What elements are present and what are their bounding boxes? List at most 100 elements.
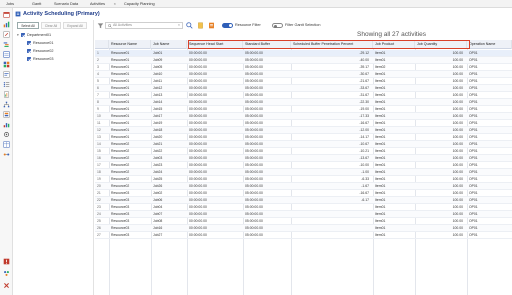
table-cell-op: OP01	[469, 163, 478, 167]
table-row[interactable]: 17 Resource02 Job23 00:00:00.00 05:00:00.00 -…	[95, 162, 512, 169]
table-cell-op: OP01	[469, 191, 478, 195]
table-row[interactable]: 10 Resource01 Job17 00:00:00.00 05:00:00.00 -…	[95, 113, 512, 120]
column-header-operation-name[interactable]: Operation Name	[467, 40, 512, 49]
table-row[interactable]: 22 Resource03 Job06 00:00:00.00 05:00:00.00 -…	[95, 197, 512, 204]
report-icon[interactable]	[3, 91, 10, 98]
table-row[interactable]: 6 Resource01 Job12 00:00:00.00 05:00:00.00 -3…	[95, 85, 512, 92]
table-row[interactable]: 23 Resource03 Job04 00:00:00.00 05:00:00.00 I…	[95, 204, 512, 211]
table-cell-op: OP01	[469, 128, 478, 132]
table-row[interactable]: 24 Resource03 Job07 00:00:00.00 05:00:00.00 I…	[95, 211, 512, 218]
search-placeholder: All Activities	[113, 23, 132, 27]
table-cell-buf: 05:00:00.00	[245, 114, 263, 118]
tab-gantt[interactable]: Gantt	[32, 1, 48, 7]
table-cell-n: 15	[97, 149, 101, 153]
hierarchy-icon[interactable]	[3, 101, 10, 108]
table-row[interactable]: 26 Resource03 Job16 00:00:00.00 05:00:00.00 I…	[95, 225, 512, 232]
tab-activities[interactable]: Activities ✕	[90, 1, 116, 7]
gantt-icon[interactable]	[3, 41, 10, 48]
column-header-index[interactable]	[95, 40, 109, 49]
tab-capacity-planning[interactable]: Capacity Planning	[124, 1, 164, 7]
table-cell-n: 9	[97, 107, 99, 111]
table-cell-n: 3	[97, 65, 99, 69]
settings-icon[interactable]	[3, 131, 10, 138]
table-cell-n: 23	[97, 205, 101, 209]
table-cell-buf: 05:00:00.00	[245, 58, 263, 62]
table-row[interactable]: 21 Resource03 Job02 00:00:00.00 05:00:00.00 -…	[95, 190, 512, 197]
bar-chart-icon[interactable]	[3, 121, 10, 128]
table-row[interactable]: 19 Resource02 Job25 00:00:00.00 05:00:00.00 -…	[95, 176, 512, 183]
table-cell-qty: 100.00	[452, 114, 463, 118]
gantt-selection-toggle[interactable]	[272, 23, 283, 29]
close-icon[interactable]: ✕	[113, 1, 116, 7]
schedule-icon[interactable]	[3, 51, 10, 58]
column-header-job-name[interactable]: Job Name	[151, 40, 187, 49]
calendar-icon[interactable]	[3, 11, 10, 18]
table-row[interactable]: 3 Resource01 Job05 00:00:00.00 05:00:00.00 -3…	[95, 64, 512, 71]
list-icon[interactable]	[3, 81, 10, 88]
table-row[interactable]: 15 Resource02 Job22 00:00:00.00 05:00:00.00 -…	[95, 148, 512, 155]
checkbox[interactable]	[27, 57, 31, 61]
search-options-icon[interactable]	[186, 22, 193, 29]
expand-all-button[interactable]: Expand All	[63, 22, 87, 29]
close-icon[interactable]	[3, 282, 10, 289]
tab-scenario-data[interactable]: Scenario Data	[54, 1, 86, 7]
table-row[interactable]: 18 Resource02 Job24 00:00:00.00 05:00:00.00 -…	[95, 169, 512, 176]
table-row[interactable]: 5 Resource01 Job11 00:00:00.00 05:00:00.00 -2…	[95, 78, 512, 85]
table-row[interactable]: 1 Resource01 Job01 00:00:00.00 05:00:00.00 -2…	[95, 50, 512, 57]
table-row[interactable]: 7 Resource01 Job13 00:00:00.00 05:00:00.00 -3…	[95, 92, 512, 99]
table-cell-pct: -33.67	[359, 86, 369, 90]
table-cell-prod: Item01	[375, 51, 386, 55]
activities-icon[interactable]	[3, 71, 10, 78]
checkbox[interactable]	[27, 41, 31, 45]
table-cell-start: 00:00:00.00	[189, 226, 207, 230]
select-all-button[interactable]: Select All	[17, 22, 39, 29]
table-row[interactable]: 11 Resource01 Job19 00:00:00.00 05:00:00.00 -…	[95, 120, 512, 127]
checkbox[interactable]	[21, 33, 25, 37]
table-row[interactable]: 14 Resource02 Job21 00:00:00.00 05:00:00.00 -…	[95, 141, 512, 148]
alert-icon[interactable]	[3, 258, 10, 265]
table-row[interactable]: 25 Resource03 Job08 00:00:00.00 05:00:00.00 I…	[95, 218, 512, 225]
resource-filter-toggle[interactable]	[222, 23, 233, 28]
grid-icon[interactable]	[3, 61, 10, 68]
table-row[interactable]: 2 Resource01 Job09 00:00:00.00 05:00:00.00 -4…	[95, 57, 512, 64]
table-row[interactable]: 12 Resource01 Job18 00:00:00.00 05:00:00.00 -…	[95, 127, 512, 134]
panel-divider[interactable]	[93, 20, 94, 295]
chart-icon[interactable]	[3, 21, 10, 28]
filter-icon[interactable]	[97, 22, 104, 29]
table-row[interactable]: 27 Resource03 Job27 00:00:00.00 05:00:00.00 I…	[95, 232, 512, 239]
tab-jobs[interactable]: Jobs	[6, 1, 20, 7]
clear-search-button[interactable]: ×	[178, 23, 180, 28]
table-row[interactable]: 20 Resource02 Job26 00:00:00.00 05:00:00.00 -…	[95, 183, 512, 190]
checkbox[interactable]	[27, 49, 31, 53]
table-cell-prod: Item01	[375, 219, 386, 223]
table-row[interactable]: 4 Resource01 Job10 00:00:00.00 05:00:00.00 -3…	[95, 71, 512, 78]
table-cell-qty: 100.00	[452, 72, 463, 76]
table-cell-qty: 100.00	[452, 86, 463, 90]
table-cell-start: 00:00:00.00	[189, 149, 207, 153]
table-cell-qty: 100.00	[452, 212, 463, 216]
document-icon[interactable]	[197, 22, 204, 29]
edit-icon[interactable]	[3, 31, 10, 38]
collapse-icon[interactable]: ▾	[17, 32, 19, 38]
flow-icon[interactable]	[3, 151, 10, 158]
network-icon[interactable]	[3, 270, 10, 277]
table-cell-job: Job12	[153, 86, 163, 90]
activity-search-input[interactable]: All Activities ×	[105, 22, 183, 29]
table-cell-res: Resource03	[111, 212, 130, 216]
resources-icon[interactable]	[3, 111, 10, 118]
table-cell-prod: Item01	[375, 107, 386, 111]
table-row[interactable]: 9 Resource01 Job15 00:00:00.00 05:00:00.00 -1…	[95, 106, 512, 113]
table-row[interactable]: 8 Resource01 Job14 00:00:00.00 05:00:00.00 -2…	[95, 99, 512, 106]
table-cell-start: 00:00:00.00	[189, 72, 207, 76]
table-cell-n: 1	[97, 51, 99, 55]
table-cell-qty: 100.00	[452, 219, 463, 223]
export-icon[interactable]	[208, 22, 215, 29]
table-row[interactable]: 13 Resource01 Job20 00:00:00.00 05:00:00.00 -…	[95, 134, 512, 141]
table-cell-n: 11	[97, 121, 101, 125]
table-cell-buf: 05:00:00.00	[245, 72, 263, 76]
clear-all-button[interactable]: Clear All	[41, 22, 61, 29]
table-row[interactable]: 16 Resource02 Job03 00:00:00.00 05:00:00.00 -…	[95, 155, 512, 162]
table-cell-buf: 05:00:00.00	[245, 191, 263, 195]
column-header-resource-name[interactable]: Resource Name	[109, 40, 151, 49]
table-icon[interactable]	[3, 141, 10, 148]
